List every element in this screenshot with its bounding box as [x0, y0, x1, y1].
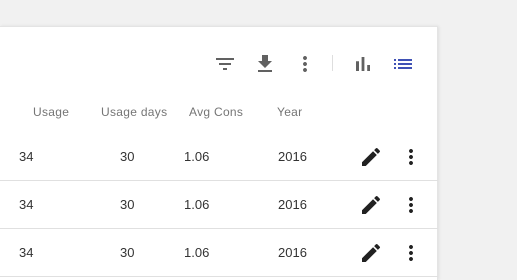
cell-year: 2016	[278, 245, 307, 260]
more-vert-icon[interactable]	[399, 241, 423, 265]
download-icon[interactable]	[253, 52, 277, 76]
cell-usage-days: 30	[120, 197, 135, 212]
column-header-avg-cons[interactable]: Avg Cons	[189, 105, 243, 119]
cell-usage: 34	[19, 245, 34, 260]
column-header-year[interactable]: Year	[277, 105, 302, 119]
edit-icon[interactable]	[359, 193, 383, 217]
filter-icon[interactable]	[213, 52, 237, 76]
cell-usage-days: 30	[120, 149, 135, 164]
edit-icon[interactable]	[359, 145, 383, 169]
table-row[interactable]: 34 30 1.06 2016	[0, 229, 438, 277]
bar-chart-icon[interactable]	[351, 52, 375, 76]
more-vert-icon[interactable]	[399, 145, 423, 169]
table-row[interactable]: 34 30 1.06 2016	[0, 133, 438, 181]
cell-year: 2016	[278, 197, 307, 212]
cell-year: 2016	[278, 149, 307, 164]
column-header-usage-days[interactable]: Usage days	[101, 105, 167, 119]
table-row[interactable]: 34 30 1.06 2016	[0, 181, 438, 229]
cell-usage: 34	[19, 149, 34, 164]
cell-usage: 34	[19, 197, 34, 212]
list-view-icon[interactable]	[391, 52, 415, 76]
more-vert-icon[interactable]	[399, 193, 423, 217]
toolbar-divider	[332, 55, 333, 71]
more-vert-icon[interactable]	[293, 52, 317, 76]
table-card: Usage Usage days Avg Cons Year 34 30 1.0…	[0, 26, 438, 280]
cell-avg-cons: 1.06	[184, 149, 210, 164]
edit-icon[interactable]	[359, 241, 383, 265]
cell-usage-days: 30	[120, 245, 135, 260]
cell-avg-cons: 1.06	[184, 197, 210, 212]
cell-avg-cons: 1.06	[184, 245, 210, 260]
column-header-usage[interactable]: Usage	[33, 105, 69, 119]
